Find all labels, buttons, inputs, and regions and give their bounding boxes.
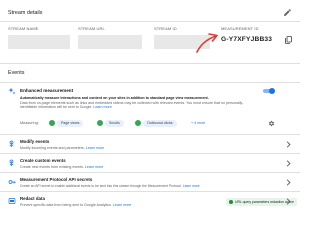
redact-data-desc: Prevent specific data from being sent to…: [20, 203, 131, 207]
measurement-protocol-desc: Create an API secret to enable additiona…: [20, 184, 200, 188]
measurement-id-label: MEASUREMENT ID: [221, 26, 259, 31]
chip-scrolls: Scrolls: [97, 119, 124, 127]
enhanced-measurement-desc-text: Data from on-page elements such as links…: [20, 100, 244, 110]
chevron-right-icon: [286, 179, 291, 186]
redact-icon: [8, 198, 16, 204]
redact-data-learn-more[interactable]: Learn more: [113, 203, 131, 207]
redact-data-row[interactable]: Redact data Prevent specific data from b…: [0, 191, 300, 210]
chip-outbound-clicks: Outbound clicks: [135, 119, 177, 127]
enhanced-measurement-title: Enhanced measurement: [20, 88, 74, 93]
stream-details-title: Stream details: [8, 10, 43, 16]
modify-events-title: Modify events: [20, 139, 50, 144]
measurement-protocol-learn-more[interactable]: Learn more: [183, 184, 200, 188]
stream-url-label: STREAM URL: [78, 26, 105, 31]
chip-dot: [49, 120, 55, 126]
more-events-link[interactable]: + 4 more: [191, 121, 205, 125]
stream-name-label: STREAM NAME: [8, 26, 39, 31]
chip-page-views-label: Page views: [57, 119, 84, 127]
measuring-label: Measuring:: [20, 121, 39, 125]
enhanced-measurement-desc-line2: Data from on-page elements such as links…: [20, 101, 258, 110]
stream-url-field: STREAM URL: [78, 26, 142, 49]
modify-events-row[interactable]: Modify events Modify incoming events and…: [0, 134, 300, 153]
measurement-id-field: MEASUREMENT ID: [221, 26, 293, 31]
copy-icon[interactable]: [285, 36, 292, 44]
modify-events-desc-text: Modify incoming events and parameters.: [20, 146, 85, 150]
enhanced-measurement-description: Automatically measure interactions and c…: [20, 96, 258, 110]
sparkle-icon: [8, 87, 16, 95]
key-icon: [8, 180, 16, 184]
redact-data-title: Redact data: [20, 196, 45, 201]
events-card: Events Enhanced measurement Automaticall…: [0, 64, 300, 211]
measurement-protocol-title: Measurement Protocol API secrets: [20, 177, 93, 182]
measurement-protocol-desc-text: Create an API secret to enable additiona…: [20, 184, 182, 188]
create-custom-events-desc: Create new events from existing events. …: [20, 165, 103, 169]
status-dot: [229, 200, 233, 204]
create-custom-events-learn-more[interactable]: Learn more: [85, 165, 103, 169]
edit-icon[interactable]: [283, 8, 292, 17]
chevron-right-icon: [286, 141, 291, 148]
measurement-protocol-row[interactable]: Measurement Protocol API secrets Create …: [0, 172, 300, 191]
enhanced-measurement-learn-more-link[interactable]: Learn more: [93, 105, 111, 109]
events-title: Events: [8, 70, 25, 76]
stream-name-redacted: [8, 35, 70, 49]
chevron-right-icon: [286, 198, 291, 205]
redact-data-desc-text: Prevent specific data from being sent to…: [20, 203, 112, 207]
create-custom-events-title: Create custom events: [20, 158, 66, 163]
stream-details-card: Stream details STREAM NAME STREAM URL ST…: [0, 0, 300, 64]
gear-icon[interactable]: [268, 120, 275, 127]
events-divider: [0, 82, 300, 83]
toggle-knob: [269, 88, 275, 94]
stream-url-redacted: [78, 35, 142, 49]
create-custom-events-desc-text: Create new events from existing events.: [20, 165, 84, 169]
chip-dot: [135, 120, 141, 126]
chip-outbound-clicks-label: Outbound clicks: [143, 119, 177, 127]
chip-page-views: Page views: [49, 119, 84, 127]
stream-details-divider: [0, 21, 300, 22]
chip-dot: [97, 120, 103, 126]
touch-icon: [9, 159, 14, 166]
touch-icon: [9, 140, 14, 147]
chevron-right-icon: [286, 160, 291, 167]
annotation-arrow-icon: [196, 33, 218, 53]
modify-events-learn-more[interactable]: Learn more: [86, 146, 104, 150]
enhanced-measurement-toggle[interactable]: [263, 88, 275, 94]
measurement-id-value: G-Y7XFYJBB33: [221, 36, 273, 43]
modify-events-desc: Modify incoming events and parameters. L…: [20, 146, 104, 150]
create-custom-events-row[interactable]: Create custom events Create new events f…: [0, 153, 300, 172]
chip-scrolls-label: Scrolls: [105, 119, 124, 127]
stream-name-field: STREAM NAME: [8, 26, 70, 49]
